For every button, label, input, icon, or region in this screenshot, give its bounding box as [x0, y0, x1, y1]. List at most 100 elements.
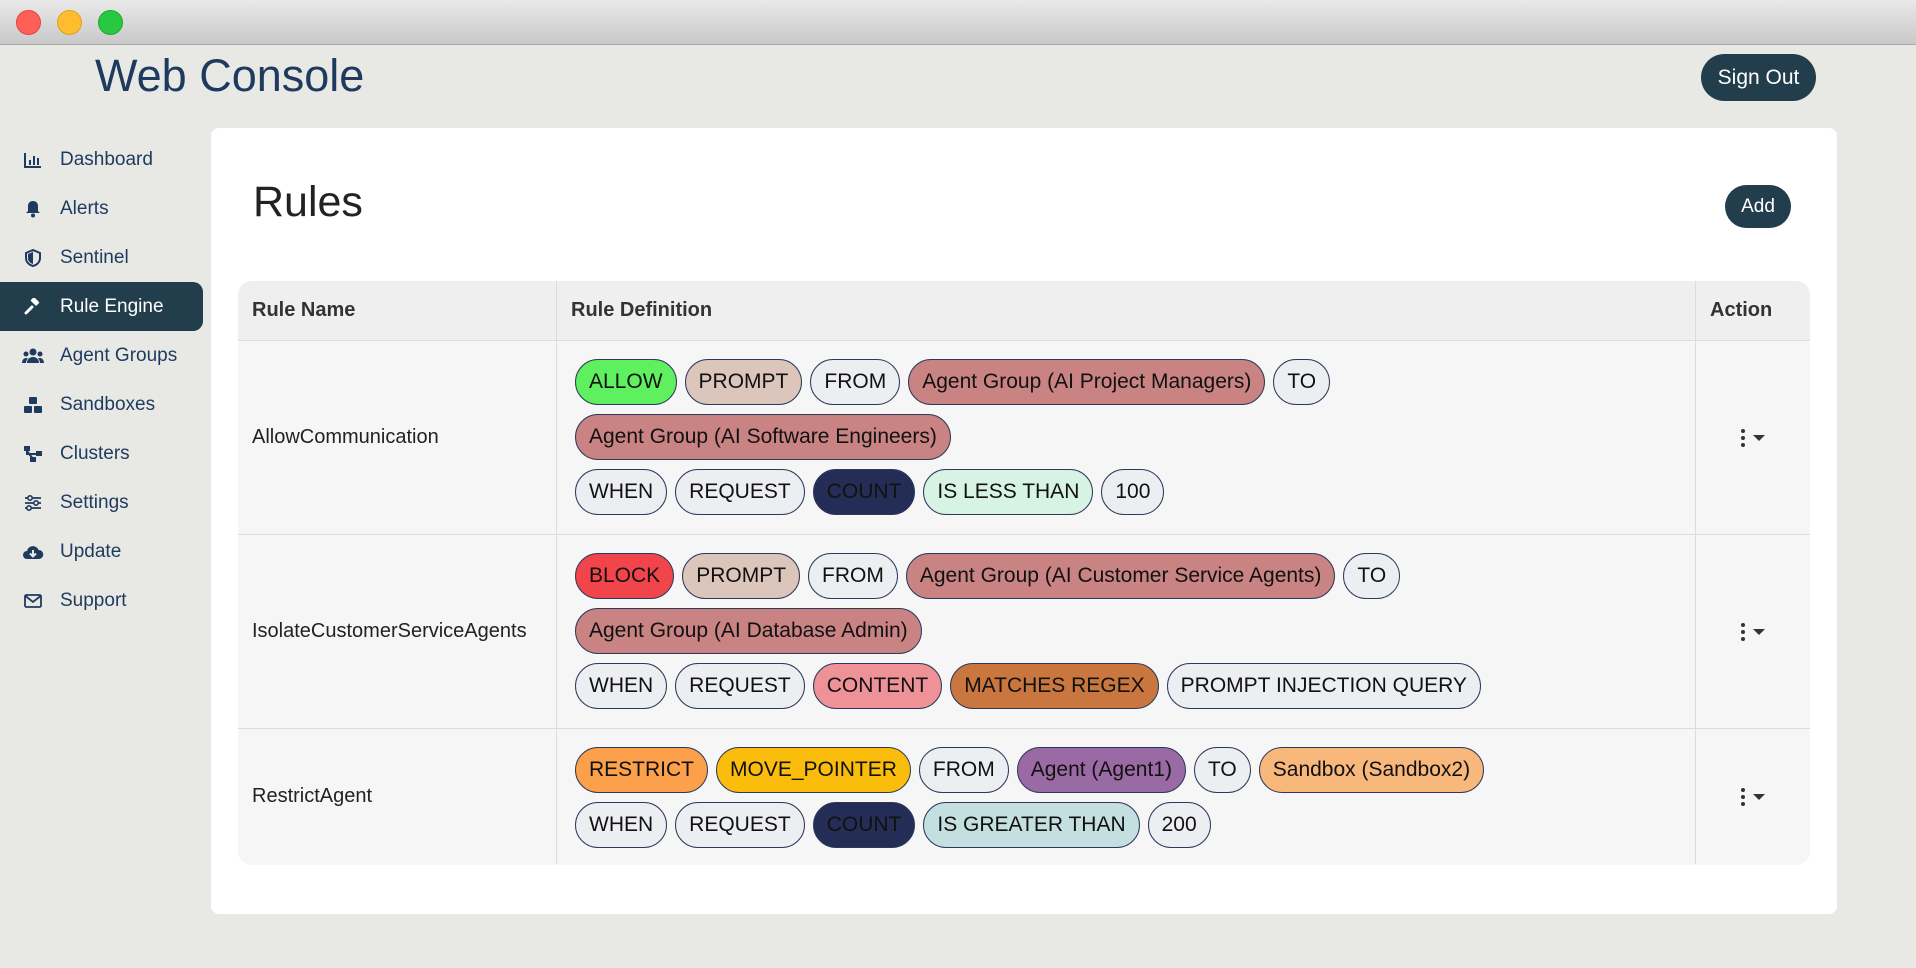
- envelope-icon: [22, 590, 44, 612]
- rule-definition-line: WHEN REQUEST COUNT IS LESS THAN 100: [575, 469, 1695, 515]
- rule-definition-line: WHEN REQUEST COUNT IS GREATER THAN 200: [575, 802, 1695, 848]
- rule-token-chip: Agent Group (AI Customer Service Agents): [905, 553, 1336, 599]
- caret-down-icon: [1753, 793, 1765, 800]
- sign-out-button[interactable]: Sign Out: [1701, 54, 1816, 101]
- rule-definition-line: RESTRICT MOVE_POINTER FROM Agent (Agent1) TO…: [575, 747, 1695, 793]
- close-window-button[interactable]: [16, 10, 41, 35]
- rule-token-chip: Agent Group (AI Software Engineers): [575, 414, 951, 460]
- app-title: Web Console: [95, 50, 365, 101]
- users-icon: [22, 345, 44, 367]
- sidebar-item-sandboxes[interactable]: Sandboxes: [0, 380, 204, 429]
- caret-down-icon: [1753, 628, 1765, 635]
- sidebar-item-label: Rule Engine: [60, 295, 164, 317]
- rule-token-chip: Agent (Agent1): [1016, 747, 1186, 793]
- rule-name: AllowCommunication: [238, 341, 557, 534]
- sidebar-item-update[interactable]: Update: [0, 527, 204, 576]
- rule-name: IsolateCustomerServiceAgents: [238, 535, 557, 728]
- rule-token-chip: BLOCK: [575, 553, 675, 599]
- rule-token-chip: ALLOW: [575, 359, 677, 405]
- bell-icon: [22, 198, 44, 220]
- rule-token-chip: WHEN: [575, 663, 668, 709]
- column-header-action: Action: [1710, 299, 1773, 321]
- sidebar-item-label: Agent Groups: [60, 344, 178, 366]
- add-rule-button[interactable]: Add: [1725, 185, 1791, 228]
- rule-token-chip: WHEN: [575, 802, 668, 848]
- column-header-rule-name: Rule Name: [238, 281, 557, 340]
- kebab-icon: [1741, 622, 1745, 641]
- sidebar-item-label: Dashboard: [60, 148, 153, 170]
- page-title: Rules: [253, 178, 363, 226]
- caret-down-icon: [1753, 434, 1765, 441]
- rule-token-chip: IS LESS THAN: [923, 469, 1094, 515]
- rule-actions-menu-button[interactable]: [1741, 787, 1765, 806]
- rule-token-chip: PROMPT: [682, 553, 801, 599]
- rule-token-chip: PROMPT: [684, 359, 803, 405]
- sidebar-item-support[interactable]: Support: [0, 576, 204, 625]
- rule-token-chip: MOVE_POINTER: [716, 747, 911, 793]
- rule-token-chip: COUNT: [812, 802, 916, 848]
- shield-icon: [22, 247, 44, 269]
- sidebar-item-rule-engine[interactable]: Rule Engine: [0, 282, 203, 331]
- cloud-download-icon: [22, 541, 44, 563]
- rule-action-cell: [1696, 729, 1810, 864]
- rule-token-chip: Sandbox (Sandbox2): [1258, 747, 1485, 793]
- minimize-window-button[interactable]: [57, 10, 82, 35]
- sidebar-item-dashboard[interactable]: Dashboard: [0, 135, 204, 184]
- table-row: IsolateCustomerServiceAgents BLOCK PROMPT F…: [238, 535, 1810, 729]
- rule-token-chip: IS GREATER THAN: [923, 802, 1140, 848]
- network-icon: [22, 443, 44, 465]
- rule-definition: ALLOW PROMPT FROM Agent Group (AI Project M…: [557, 341, 1696, 534]
- maximize-window-button[interactable]: [98, 10, 123, 35]
- rule-token-chip: FROM: [808, 553, 898, 599]
- sidebar-item-sentinel[interactable]: Sentinel: [0, 233, 204, 282]
- rule-actions-menu-button[interactable]: [1741, 622, 1765, 641]
- sliders-icon: [22, 492, 44, 514]
- sidebar-item-clusters[interactable]: Clusters: [0, 429, 204, 478]
- rules-table: Rule Name Rule Definition Action AllowCo…: [238, 281, 1810, 865]
- main-card: Rules Add Rule Name Rule Definition Acti…: [211, 128, 1837, 914]
- rule-token-chip: 100: [1101, 469, 1165, 515]
- sidebar-item-label: Sentinel: [60, 246, 129, 268]
- sidebar-item-label: Clusters: [60, 442, 130, 464]
- chart-icon: [22, 149, 44, 171]
- rule-definition-line: ALLOW PROMPT FROM Agent Group (AI Project M…: [575, 359, 1695, 405]
- rule-definition: BLOCK PROMPT FROM Agent Group (AI Customer …: [557, 535, 1696, 728]
- rule-definition-line: Agent Group (AI Software Engineers): [575, 414, 1695, 460]
- sidebar-item-label: Settings: [60, 491, 129, 513]
- rule-definition-line: WHEN REQUEST CONTENT MATCHES REGEX PROMPT IN…: [575, 663, 1695, 709]
- rule-token-chip: WHEN: [575, 469, 668, 515]
- sidebar-item-settings[interactable]: Settings: [0, 478, 204, 527]
- rule-token-chip: 200: [1147, 802, 1211, 848]
- rule-action-cell: [1696, 535, 1810, 728]
- rule-token-chip: FROM: [810, 359, 901, 405]
- table-row: RestrictAgent RESTRICT MOVE_POINTER FROM Age…: [238, 729, 1810, 864]
- rule-definition: RESTRICT MOVE_POINTER FROM Agent (Agent1) TO…: [557, 729, 1696, 864]
- rule-token-chip: Agent Group (AI Database Admin): [575, 608, 922, 654]
- rule-token-chip: COUNT: [812, 469, 916, 515]
- rule-token-chip: MATCHES REGEX: [950, 663, 1159, 709]
- cubes-icon: [22, 394, 44, 416]
- kebab-icon: [1741, 428, 1745, 447]
- sidebar-item-alerts[interactable]: Alerts: [0, 184, 204, 233]
- gavel-icon: [22, 296, 44, 318]
- column-header-rule-definition: Rule Definition: [557, 281, 1696, 340]
- rule-action-cell: [1696, 341, 1810, 534]
- rule-token-chip: Agent Group (AI Project Managers): [908, 359, 1266, 405]
- rule-actions-menu-button[interactable]: [1741, 428, 1765, 447]
- rule-token-chip: CONTENT: [812, 663, 943, 709]
- rule-token-chip: TO: [1273, 359, 1331, 405]
- rule-token-chip: RESTRICT: [575, 747, 708, 793]
- window-titlebar: [0, 0, 1916, 45]
- sidebar-item-label: Update: [60, 540, 122, 562]
- rule-token-chip: FROM: [918, 747, 1009, 793]
- rule-definition-line: Agent Group (AI Database Admin): [575, 608, 1695, 654]
- sidebar-item-label: Support: [60, 589, 127, 611]
- rule-token-chip: PROMPT INJECTION QUERY: [1166, 663, 1481, 709]
- table-row: AllowCommunication ALLOW PROMPT FROM Agent G…: [238, 341, 1810, 535]
- rule-token-chip: REQUEST: [675, 802, 805, 848]
- sidebar-item-agent-groups[interactable]: Agent Groups: [0, 331, 204, 380]
- rule-token-chip: REQUEST: [675, 663, 805, 709]
- rule-token-chip: TO: [1343, 553, 1401, 599]
- kebab-icon: [1741, 787, 1745, 806]
- rule-name: RestrictAgent: [238, 729, 557, 864]
